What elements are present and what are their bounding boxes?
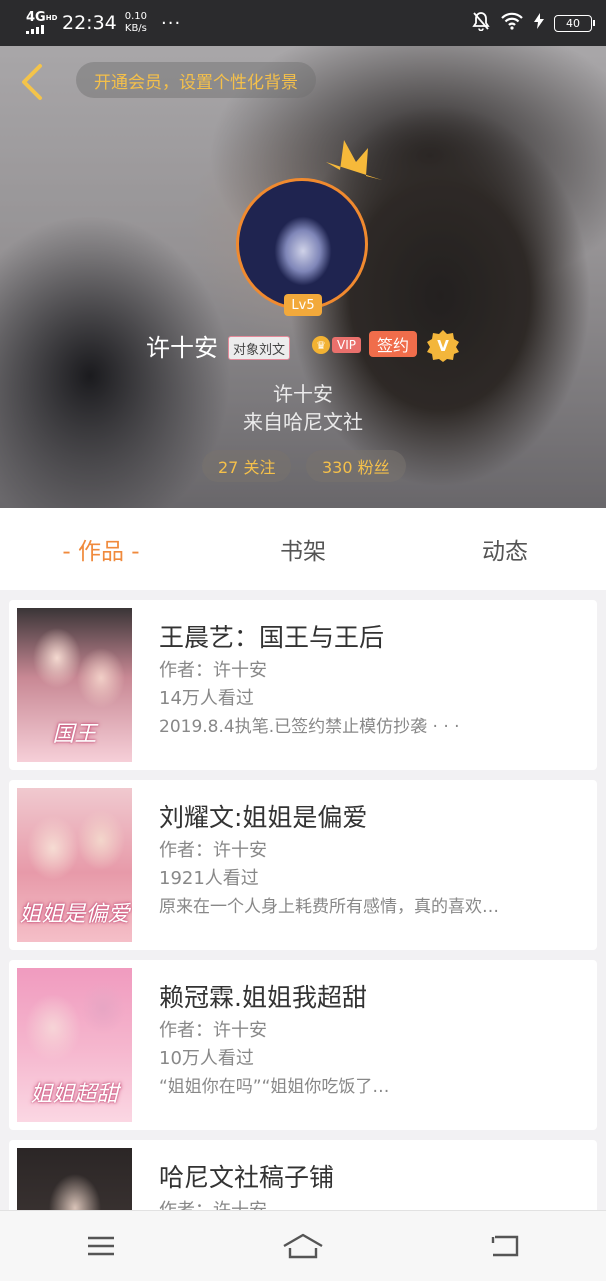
book-card[interactable]: 姐姐超甜 赖冠霖.姐姐我超甜 作者：许十安 10万人看过 “姐姐你在吗”“姐姐你… [9,960,597,1130]
book-views: 1921人看过 [159,868,259,889]
cover-text: 国王 [52,722,97,747]
cover-text: 姐姐是偏爱 [19,902,130,927]
back-nav-button[interactable] [475,1226,535,1266]
home-button[interactable] [273,1226,333,1266]
book-card[interactable]: 国王 王晨艺：国王与王后 作者：许十安 14万人看过 2019.8.4执笔.已签… [9,600,597,770]
book-cover: 姐姐是偏爱 [17,788,132,942]
net-speed-unit: KB/s [124,23,147,34]
following-button[interactable]: 27 关注 [202,450,292,482]
net-speed: 0.10 KB/s [125,11,147,35]
return-icon [491,1235,519,1257]
book-title: 刘耀文:姐姐是偏爱 [159,803,368,832]
tab-activity[interactable]: 动态 [425,532,585,566]
chevron-left-icon [22,64,42,100]
signal-icon: 4GHD [26,10,58,34]
organization-line: 来自哈尼文社 [243,410,363,434]
mute-bell-icon [472,11,490,35]
book-card[interactable]: 姐姐是偏爱 刘耀文:姐姐是偏爱 作者：许十安 1921人看过 原来在一个人身上耗… [9,780,597,950]
cover-text: 姐姐超甜 [30,1082,119,1107]
book-description: 原来在一个人身上耗费所有感情，真的喜欢… [159,897,499,917]
network-type: 4G [26,10,46,25]
verified-text: V [437,337,449,355]
book-author: 作者：许十安 [159,840,267,861]
book-views: 14万人看过 [159,688,254,709]
home-icon [283,1233,323,1259]
pen-name: 许十安 [273,382,333,406]
vip-badge: ♛ VIP [312,336,361,354]
charging-icon [534,13,544,33]
battery-level: 40 [566,16,580,30]
book-author: 作者：许十安 [159,660,267,681]
clock: 22:34 [62,12,117,34]
menu-button[interactable] [71,1226,131,1266]
book-cover: 国王 [17,608,132,762]
system-nav-bar [0,1210,606,1281]
vip-text: VIP [332,337,361,353]
network-hd: HD [45,14,58,22]
book-title: 王晨艺：国王与王后 [159,623,385,652]
avatar[interactable] [236,178,368,310]
book-views: 10万人看过 [159,1048,254,1069]
level-badge: Lv5 [284,294,322,316]
more-notifications-icon: ··· [161,12,182,34]
verified-badge: V [426,329,460,367]
wifi-icon [500,12,524,34]
book-title: 赖冠霖.姐姐我超甜 [159,983,367,1012]
tab-works[interactable]: - 作品 - [21,532,181,566]
battery-icon: 40 [554,14,595,32]
book-author: 作者：许十安 [159,1020,267,1041]
level-text: Lv5 [291,297,315,313]
following-count: 27 关注 [218,458,276,477]
signed-badge: 签约 [369,331,418,357]
book-author: 作者：许十安 [159,1196,267,1210]
book-title: 哈尼文社稿子铺 [159,1163,335,1192]
book-description: “姐姐你在吗”“姐姐你吃饭了… [159,1077,390,1097]
profile-tabs: - 作品 - 书架 动态 [0,508,606,590]
works-list: 国王 王晨艺：国王与王后 作者：许十安 14万人看过 2019.8.4执笔.已签… [0,590,606,1210]
partner-tag-text: 对象刘文 [233,342,286,358]
user-name: 许十安 [146,334,218,362]
book-cover: 姐姐超甜 [17,968,132,1122]
profile-header: 开通会员，设置个性化背景 Lv5 许十安 对象刘文 ♛ VIP 签约 V 许十安… [0,46,606,508]
partner-tag: 对象刘文 [228,336,291,360]
status-bar: 4GHD 22:34 0.10 KB/s ··· 40 [0,0,606,46]
followers-button[interactable]: 330 粉丝 [306,450,406,482]
menu-icon [88,1236,114,1256]
book-description: 2019.8.4执笔.已签约禁止模仿抄袭 · · · [159,717,460,737]
back-button[interactable] [14,62,50,102]
signed-text: 签约 [377,336,410,355]
vip-prompt-text: 开通会员，设置个性化背景 [94,72,298,93]
vip-background-prompt[interactable]: 开通会员，设置个性化背景 [76,62,316,98]
tab-bookshelf[interactable]: 书架 [223,532,383,566]
vip-crown-icon: ♛ [312,336,330,354]
net-speed-value: 0.10 [124,11,148,22]
book-cover [17,1148,132,1210]
followers-count: 330 粉丝 [322,458,390,477]
book-card[interactable]: 哈尼文社稿子铺 作者：许十安 [9,1140,597,1210]
